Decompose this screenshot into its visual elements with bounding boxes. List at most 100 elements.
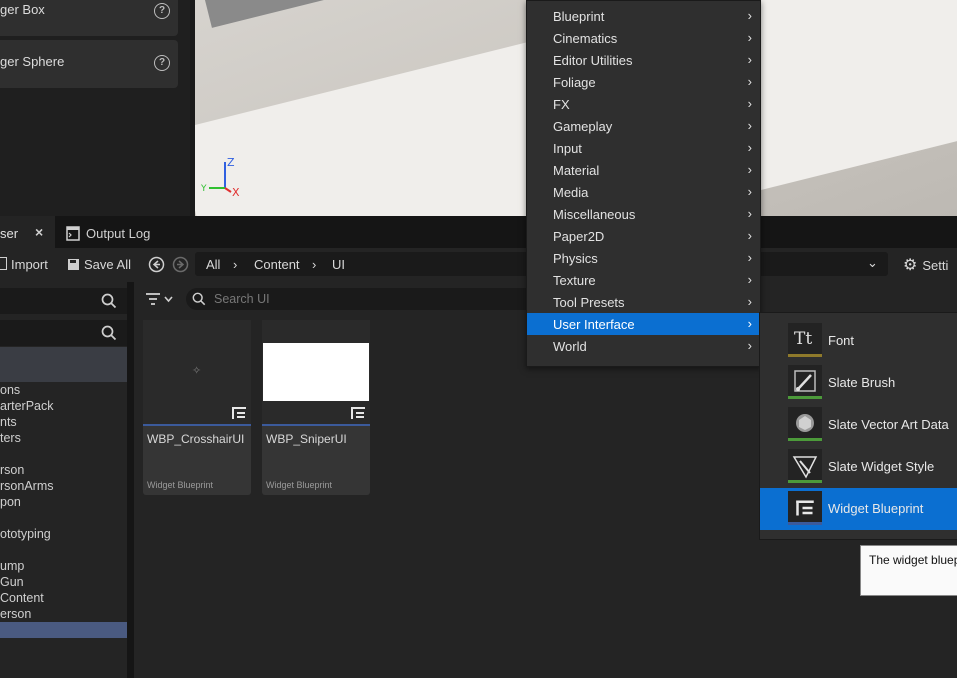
tree-root-selected[interactable] — [0, 347, 127, 382]
tree-item[interactable]: pon — [0, 495, 21, 509]
menu-item-fx[interactable]: FX › — [527, 93, 760, 115]
import-button[interactable]: Import — [0, 257, 48, 272]
chevron-right-icon: › — [747, 184, 752, 199]
menu-item-texture[interactable]: Texture › — [527, 269, 760, 291]
menu-item-label: Miscellaneous — [553, 207, 636, 222]
import-label: Import — [11, 257, 48, 272]
brush-icon — [788, 365, 822, 399]
submenu-item-label: Font — [828, 333, 855, 348]
tab-label: Output Log — [86, 226, 151, 241]
tree-item[interactable]: erson — [0, 607, 31, 621]
asset-type: Widget Blueprint — [147, 480, 214, 490]
tree-item[interactable]: nts — [0, 415, 17, 429]
menu-item-tool-presets[interactable]: Tool Presets › — [527, 291, 760, 313]
chevron-right-icon[interactable]: › — [312, 257, 316, 272]
help-icon[interactable]: ? — [154, 3, 170, 19]
panel-splitter[interactable] — [127, 282, 134, 678]
chevron-down-icon[interactable]: ⌄ — [867, 255, 878, 271]
tree-item[interactable]: ump — [0, 559, 24, 573]
chevron-right-icon: › — [747, 206, 752, 221]
submenu-item-slate-brush[interactable]: Slate Brush — [760, 362, 957, 404]
asset-thumbnail — [262, 320, 370, 426]
menu-item-label: Physics — [553, 251, 598, 266]
tab-content-browser[interactable]: ser × — [0, 216, 55, 248]
menu-item-world[interactable]: World › — [527, 335, 760, 357]
tree-item-selected[interactable] — [0, 622, 127, 638]
menu-item-user-interface[interactable]: User Interface › — [527, 313, 760, 335]
asset-name: WBP_SniperUI — [266, 432, 347, 446]
chevron-right-icon: › — [747, 74, 752, 89]
chevron-right-icon: › — [747, 250, 752, 265]
svg-text:X: X — [232, 186, 240, 199]
tree-item[interactable]: arterPack — [0, 399, 54, 413]
tree-item[interactable]: ons — [0, 383, 20, 397]
menu-item-gameplay[interactable]: Gameplay › — [527, 115, 760, 137]
settings-label: Setti — [922, 258, 949, 273]
breadcrumb-ui[interactable]: UI — [332, 257, 345, 272]
menu-item-label: FX — [553, 97, 570, 112]
chevron-right-icon: › — [747, 96, 752, 111]
submenu-item-label: Slate Widget Style — [828, 459, 935, 474]
import-icon — [0, 257, 7, 270]
menu-item-label: Input — [553, 141, 582, 156]
chevron-right-icon: › — [747, 52, 752, 67]
menu-item-label: Cinematics — [553, 31, 618, 46]
chevron-right-icon: › — [747, 316, 752, 331]
save-all-button[interactable]: Save All — [67, 257, 131, 272]
menu-item-label: Foliage — [553, 75, 596, 90]
tree-item[interactable]: Gun — [0, 575, 24, 589]
chevron-right-icon[interactable]: › — [233, 257, 237, 272]
submenu-item-widget-blueprint[interactable]: Widget Blueprint — [760, 488, 957, 530]
tree-item[interactable]: rsonArms — [0, 479, 53, 493]
submenu-item-label: Widget Blueprint — [828, 501, 924, 516]
forward-arrow-icon[interactable] — [172, 256, 189, 273]
menu-item-physics[interactable]: Physics › — [527, 247, 760, 269]
asset-type: Widget Blueprint — [266, 480, 333, 490]
close-icon[interactable]: × — [35, 224, 43, 240]
chevron-right-icon: › — [747, 8, 752, 23]
crosshair-icon: ✧ — [192, 365, 202, 377]
tooltip-text: The widget bluep — [869, 553, 957, 567]
submenu-item-font[interactable]: Tt Font — [760, 320, 957, 362]
submenu-item-slate-widget-style[interactable]: Slate Widget Style — [760, 446, 957, 488]
place-item-trigger-box[interactable]: ger Box ? — [0, 0, 178, 36]
svg-text:Z: Z — [227, 156, 235, 169]
output-log-icon — [66, 226, 80, 241]
asset-tile[interactable]: ✧ WBP_CrosshairUI Widget Blueprint — [143, 320, 251, 495]
tree-filter-input[interactable] — [0, 320, 127, 346]
tree-item[interactable]: Content — [0, 591, 44, 605]
menu-item-paper2d[interactable]: Paper2D › — [527, 225, 760, 247]
breadcrumb-content[interactable]: Content — [254, 257, 300, 272]
menu-item-miscellaneous[interactable]: Miscellaneous › — [527, 203, 760, 225]
place-item-label: ger Sphere — [0, 54, 65, 69]
menu-item-blueprint[interactable]: Blueprint › — [527, 5, 760, 27]
tree-search-input[interactable] — [0, 288, 127, 314]
tree-item[interactable]: rson — [0, 463, 24, 477]
gear-icon: ⚙ — [903, 257, 918, 274]
help-icon[interactable]: ? — [154, 55, 170, 71]
submenu-item-slate-vector-art-data[interactable]: Slate Vector Art Data — [760, 404, 957, 446]
tree-item[interactable]: ototyping — [0, 527, 51, 541]
chevron-right-icon: › — [747, 272, 752, 287]
filter-button[interactable] — [145, 292, 173, 309]
search-input[interactable]: Search UI — [186, 288, 556, 310]
filter-icon — [146, 293, 173, 305]
chevron-right-icon: › — [747, 140, 752, 155]
menu-item-material[interactable]: Material › — [527, 159, 760, 181]
tree-item[interactable]: ters — [0, 431, 21, 445]
breadcrumb-all[interactable]: All — [206, 257, 220, 272]
tab-label: ser — [0, 226, 19, 241]
menu-item-cinematics[interactable]: Cinematics › — [527, 27, 760, 49]
menu-item-label: Blueprint — [553, 9, 605, 24]
white-preview — [263, 343, 369, 401]
menu-item-input[interactable]: Input › — [527, 137, 760, 159]
asset-tile[interactable]: WBP_SniperUI Widget Blueprint — [262, 320, 370, 495]
menu-item-label: World — [553, 339, 587, 354]
settings-button[interactable]: ⚙ Setti — [903, 255, 948, 275]
place-item-trigger-sphere[interactable]: ger Sphere ? — [0, 40, 178, 88]
menu-item-foliage[interactable]: Foliage › — [527, 71, 760, 93]
menu-item-editor-utilities[interactable]: Editor Utilities › — [527, 49, 760, 71]
place-actors-panel: ger Box ? ger Sphere ? — [0, 0, 190, 216]
back-arrow-icon[interactable] — [148, 256, 165, 273]
menu-item-media[interactable]: Media › — [527, 181, 760, 203]
